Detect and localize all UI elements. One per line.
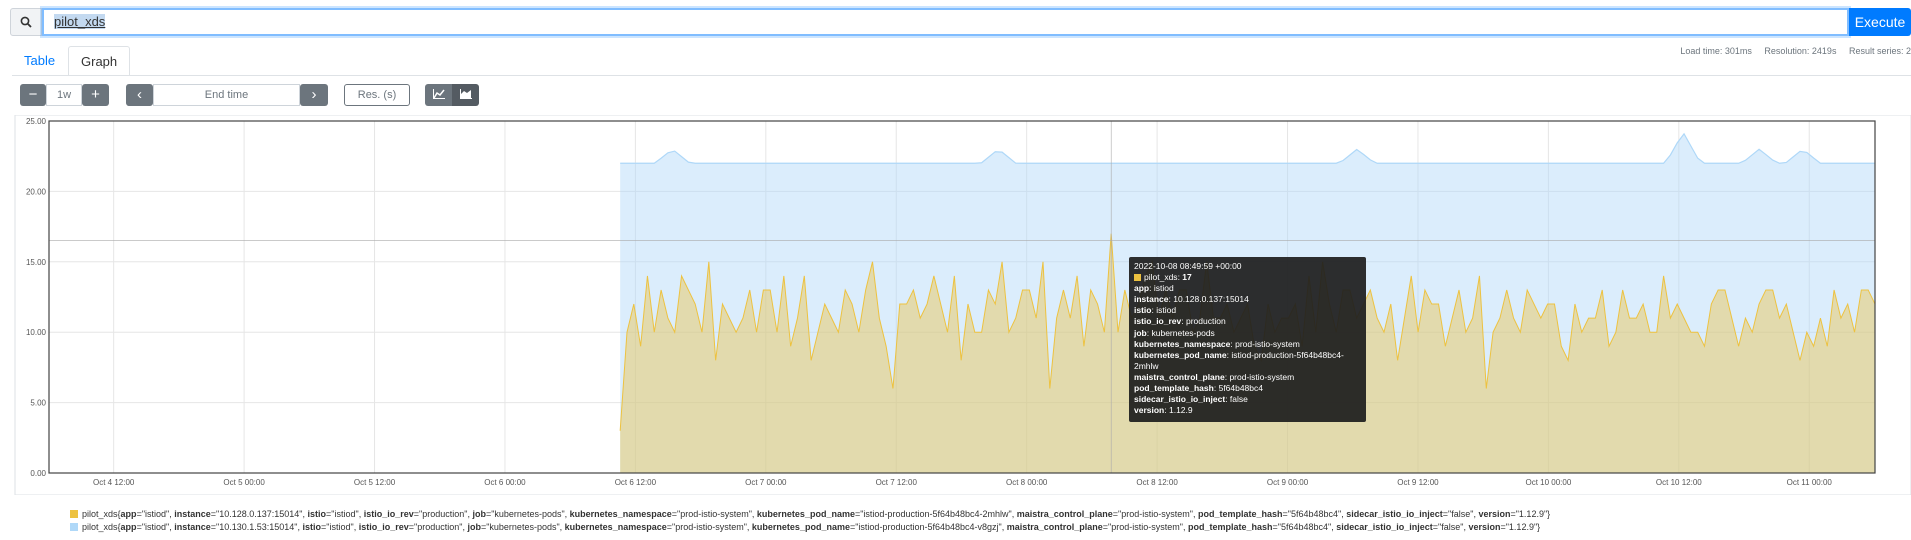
execute-button[interactable]: Execute [1849, 8, 1911, 36]
tooltip-metric: pilot_xds [1144, 272, 1178, 283]
legend-item[interactable]: pilot_xds{app="istiod", instance="10.128… [70, 509, 1550, 522]
y-tick-label: 20.00 [26, 187, 47, 196]
x-tick-label: Oct 4 12:00 [93, 478, 135, 487]
tab-table[interactable]: Table [12, 46, 67, 76]
tooltip-label: pod_template_hash: 5f64b48bc4 [1134, 383, 1263, 394]
tooltip-label: sidecar_istio_io_inject: false [1134, 394, 1248, 405]
query-stats: Load time: 301ms Resolution: 2419s Resul… [1670, 46, 1911, 56]
graph-area[interactable]: 0.00 5.00 10.00 15.00 20.00 25.00 Oct 4 12:00 O… [0, 115, 1911, 495]
tooltip-label: app: istiod [1134, 283, 1174, 294]
tooltip-label: istio: istiod [1134, 305, 1177, 316]
x-tick-label: Oct 8 12:00 [1136, 478, 1178, 487]
range-decrease-button[interactable]: − [20, 84, 46, 106]
resolution: Resolution: 2419s [1764, 46, 1837, 56]
tooltip-label: kubernetes_namespace: prod-istio-system [1134, 338, 1300, 349]
x-tick-label: Oct 5 12:00 [354, 478, 396, 487]
tab-divider [12, 75, 1911, 76]
y-tick-label: 5.00 [30, 399, 46, 408]
line-chart-icon[interactable] [425, 84, 452, 106]
search-icon [10, 8, 42, 36]
time-back-button[interactable]: ‹ [126, 84, 153, 106]
range-increase-button[interactable]: + [82, 84, 109, 106]
x-tick-label: Oct 9 00:00 [1267, 478, 1309, 487]
expression-input[interactable]: pilot_xds [42, 8, 1849, 36]
legend-item[interactable]: pilot_xds{app="istiod", instance="10.130… [70, 522, 1550, 535]
tooltip-label: instance: 10.128.0.137:15014 [1134, 294, 1249, 305]
x-tick-label: Oct 11 00:00 [1787, 478, 1833, 487]
time-forward-button[interactable]: › [300, 84, 328, 106]
tooltip-series: pilot_xds: 17 [1134, 272, 1361, 283]
x-tick-label: Oct 6 00:00 [484, 478, 526, 487]
result-series: Result series: 2 [1848, 46, 1911, 56]
x-tick-label: Oct 7 12:00 [876, 478, 918, 487]
data-tooltip: 2022-10-08 08:49:59 +00:00 pilot_xds: 17… [1129, 257, 1366, 422]
range-input[interactable]: 1w [46, 84, 82, 106]
tooltip-label: job: kubernetes-pods [1134, 327, 1215, 338]
legend-swatch [70, 523, 78, 531]
x-tick-label: Oct 10 00:00 [1525, 478, 1571, 487]
legend-metric: pilot_xds [82, 522, 118, 532]
y-tick-label: 0.00 [30, 469, 46, 478]
tab-graph[interactable]: Graph [68, 46, 131, 76]
tooltip-labels: app: istiod instance: 10.128.0.137:15014 i… [1134, 283, 1361, 416]
series-swatch [1134, 274, 1141, 282]
tooltip-label: istio_io_rev: production [1134, 316, 1226, 327]
y-tick-label: 15.00 [26, 258, 47, 267]
x-tick-label: Oct 6 12:00 [615, 478, 657, 487]
tooltip-value: 17 [1182, 272, 1192, 283]
y-tick-label: 10.00 [26, 328, 47, 337]
tooltip-label: version: 1.12.9 [1134, 405, 1193, 416]
x-tick-label: Oct 8 00:00 [1006, 478, 1048, 487]
legend-swatch [70, 510, 78, 518]
y-tick-label: 25.00 [26, 117, 47, 126]
load-time: Load time: 301ms [1680, 46, 1752, 56]
stacked-chart-icon[interactable] [452, 84, 479, 106]
x-tick-label: Oct 10 12:00 [1656, 478, 1702, 487]
x-tick-label: Oct 5 00:00 [223, 478, 265, 487]
query-bar: pilot_xds Execute [0, 0, 1911, 44]
legend: pilot_xds{app="istiod", instance="10.128… [70, 509, 1550, 535]
x-tick-label: Oct 9 12:00 [1397, 478, 1439, 487]
expression-text: pilot_xds [54, 14, 106, 29]
tooltip-label: kubernetes_pod_name: istiod-production-5… [1134, 349, 1344, 371]
end-time-input[interactable]: End time [153, 84, 300, 106]
x-tick-label: Oct 7 00:00 [745, 478, 787, 487]
legend-metric: pilot_xds [82, 509, 118, 519]
resolution-input[interactable]: Res. (s) [344, 84, 410, 106]
tooltip-label: maistra_control_plane: prod-istio-system [1134, 371, 1295, 382]
tooltip-time: 2022-10-08 08:49:59 +00:00 [1134, 261, 1242, 271]
